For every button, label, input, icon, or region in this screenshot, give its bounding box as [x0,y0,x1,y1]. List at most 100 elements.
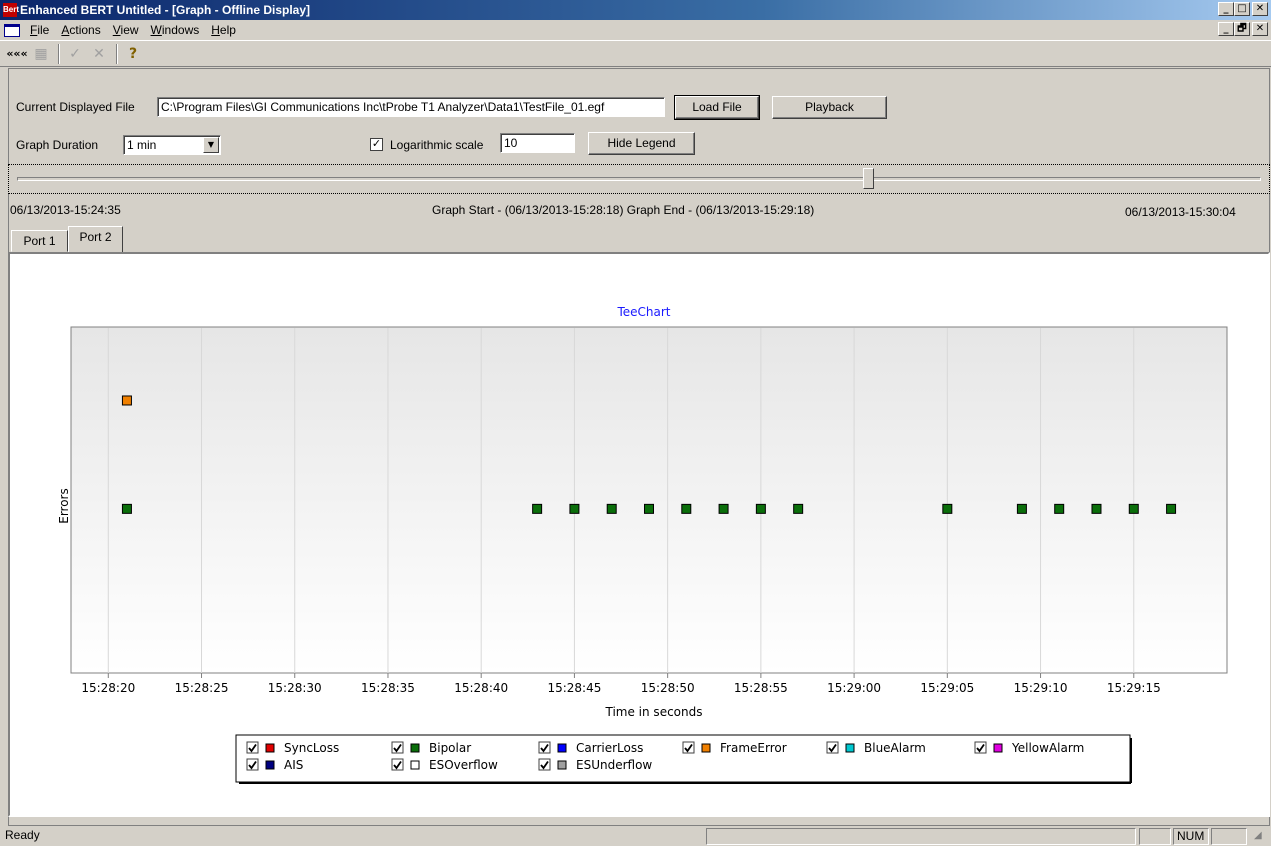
menu-help[interactable]: Help [205,23,242,37]
legend-label: BlueAlarm [864,741,926,755]
x-tick-label: 15:29:10 [1014,681,1068,695]
menu-file[interactable]: File [24,23,55,37]
legend-swatch [993,743,1003,753]
legend-checkbox[interactable] [391,741,404,754]
legend-checkbox[interactable] [246,758,259,771]
timeline-range: Graph Start - (06/13/2013-15:28:18) Grap… [432,203,815,217]
check-icon[interactable]: ✓ [64,44,86,64]
legend-checkbox[interactable] [682,741,695,754]
x-tick-label: 15:28:30 [268,681,322,695]
legend-label: SyncLoss [284,741,339,755]
playback-button[interactable]: Playback [772,96,887,119]
log-scale-field[interactable]: 10 [500,133,575,153]
help-icon[interactable]: ? [122,44,144,64]
status-panel-caps [1139,828,1171,845]
legend-label: FrameError [720,741,787,755]
timeline-start: 06/13/2013-15:24:35 [10,203,121,217]
data-point-frameerror [121,395,132,406]
slider-track [17,177,1261,181]
file-label: Current Displayed File [16,100,135,114]
plot-area [70,326,1228,674]
legend-swatch [701,743,711,753]
legend-checkbox[interactable] [826,741,839,754]
data-point-bipolar [569,503,580,514]
data-point-bipolar [1091,503,1102,514]
x-tick-label: 15:28:45 [547,681,601,695]
chart-title: TeeChart [616,305,670,319]
log-scale-label: Logarithmic scale [390,138,484,152]
graph-duration-select[interactable]: 1 min ▼ [123,135,221,155]
status-panel-scroll [1211,828,1247,845]
menu-actions[interactable]: Actions [55,23,106,37]
menu-view[interactable]: View [107,23,145,37]
close-button[interactable]: ✕ [1252,2,1268,16]
child-minimize-button[interactable]: _ [1218,22,1234,36]
timeline-end: 06/13/2013-15:30:04 [1125,205,1236,219]
timeline-slider[interactable] [8,164,1270,194]
data-point-bipolar [644,503,654,514]
legend-swatch [845,743,855,753]
num-lock-indicator: NUM [1173,828,1209,845]
document-icon[interactable] [4,23,20,37]
data-point-bipolar [1166,503,1177,514]
y-axis-label: Errors [57,488,71,524]
load-file-button[interactable]: Load File [674,95,760,120]
cross-icon[interactable]: ✕ [88,44,110,64]
data-point-bipolar [718,503,729,514]
child-restore-button[interactable]: 🗗 [1234,22,1250,36]
status-text: Ready [5,828,40,842]
legend-checkbox[interactable] [974,741,987,754]
menu-windows[interactable]: Windows [145,23,206,37]
data-point-bipolar [942,503,953,514]
x-tick-label: 15:28:40 [454,681,508,695]
child-close-button[interactable]: ✕ [1252,22,1268,36]
toolbar-separator [58,43,60,64]
minimize-button[interactable]: _ [1218,2,1234,16]
x-tick-label: 15:28:50 [641,681,695,695]
grid-icon[interactable]: ▦ [30,44,52,64]
back-icon[interactable]: ««« [6,44,28,64]
x-axis-label: Time in seconds [605,705,703,719]
file-path-field[interactable]: C:\Program Files\GI Communications Inc\t… [157,97,665,117]
x-axis-ticks: 15:28:20 15:28:25 15:28:30 15:28:35 15:28:40… [81,673,1161,695]
data-point-bipolar [1054,503,1065,514]
status-bar: Ready NUM ◢ [0,827,1271,846]
slider-thumb[interactable] [862,168,874,189]
legend-checkbox[interactable] [391,758,404,771]
tab-port-2[interactable]: Port 2 [68,226,123,253]
legend-label: ESOverflow [429,758,498,772]
tab-port-1[interactable]: Port 1 [11,230,68,252]
maximize-button[interactable]: □ [1234,2,1250,16]
log-scale-checkbox[interactable]: ✓ [370,138,383,151]
x-tick-label: 15:28:25 [175,681,229,695]
graph-duration-label: Graph Duration [16,138,99,152]
data-point-bipolar [755,503,766,514]
legend-checkbox[interactable] [246,741,259,754]
status-panel [706,828,1136,845]
x-tick-label: 15:29:05 [920,681,974,695]
data-point-bipolar [793,503,804,514]
data-point-bipolar [1016,503,1027,514]
legend-checkbox[interactable] [538,741,551,754]
hide-legend-button[interactable]: Hide Legend [588,132,695,155]
data-point-bipolar [606,503,617,514]
legend-checkbox[interactable] [538,758,551,771]
legend-label: CarrierLoss [576,741,643,755]
legend-swatch [557,760,567,770]
x-tick-label: 15:28:20 [81,681,135,695]
legend-label: ESUnderflow [576,758,652,772]
x-tick-label: 15:29:15 [1107,681,1161,695]
legend-swatch [410,760,420,770]
legend-swatch [557,743,567,753]
app-icon: Bert [3,3,19,17]
data-point-bipolar [121,503,132,514]
legend-label: YellowAlarm [1011,741,1084,755]
legend-label: Bipolar [429,741,471,755]
legend-swatch [410,743,420,753]
chevron-down-icon[interactable]: ▼ [203,137,219,153]
toolbar-separator [116,43,118,64]
toolbar: ««« ▦ ✓ ✕ ? [0,40,1271,67]
chart-panel: TeeChart 15:28:20 15:28:25 15:28:30 15:28:3… [8,252,1270,817]
resize-grip-icon[interactable]: ◢ [1254,830,1268,844]
title-bar[interactable]: Bert Enhanced BERT Untitled - [Graph - O… [0,0,1271,20]
